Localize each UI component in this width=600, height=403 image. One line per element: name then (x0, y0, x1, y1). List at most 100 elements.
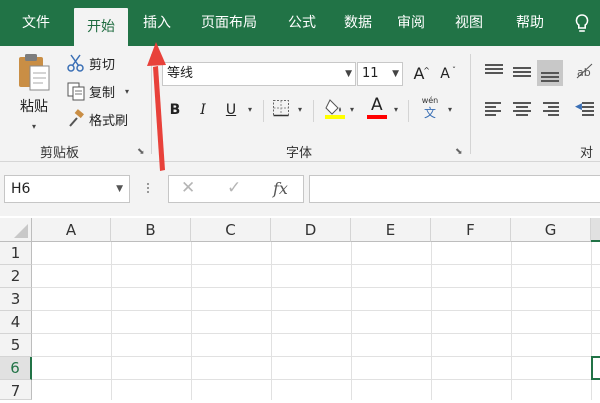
tab-formulas[interactable]: 公式 (274, 0, 330, 46)
grid-line (32, 333, 600, 334)
font-color-button[interactable]: A (366, 95, 388, 122)
format-painter-button[interactable]: 格式刷 (66, 108, 128, 130)
column-header-c[interactable]: C (191, 218, 271, 242)
shrink-font-button[interactable]: Aˇ (434, 63, 456, 85)
grid-line (191, 242, 192, 400)
underline-button[interactable]: U (220, 99, 242, 121)
column-header-a[interactable]: A (32, 218, 111, 242)
font-size-combo[interactable]: 11 ▼ (357, 62, 403, 86)
tab-insert[interactable]: 插入 (130, 0, 184, 46)
selected-cell[interactable] (591, 356, 600, 380)
align-bottom-icon[interactable] (537, 60, 563, 86)
chevron-down-icon[interactable]: ▾ (394, 105, 398, 114)
grid-line (431, 242, 432, 400)
chevron-down-icon[interactable]: ▾ (32, 122, 36, 131)
column-header-d[interactable]: D (271, 218, 351, 242)
cut-button[interactable]: 剪切 (66, 52, 115, 74)
column-header-h[interactable] (591, 218, 600, 242)
worksheet-grid[interactable] (0, 216, 600, 400)
ribbon-tab-bar: 文件 开始 插入 页面布局 公式 数据 审阅 视图 帮助 (0, 0, 600, 46)
chevron-down-icon[interactable]: ▾ (248, 105, 252, 114)
font-name-combo[interactable]: 等线 ▼ (162, 62, 356, 86)
decrease-indent-icon[interactable]: ◀ (574, 98, 596, 120)
tab-file[interactable]: 文件 (0, 0, 72, 46)
tab-home[interactable]: 开始 (74, 8, 128, 46)
chevron-down-icon[interactable]: ▼ (116, 176, 123, 202)
phonetic-char: 文 (423, 106, 436, 120)
clipboard-icon (19, 54, 50, 91)
grid-line (511, 242, 512, 400)
name-box[interactable]: H6 ▼ (4, 175, 130, 203)
chevron-down-icon[interactable]: ▾ (298, 105, 302, 114)
font-color-swatch (367, 115, 387, 119)
phonetic-guide-button[interactable]: wén 文 (418, 96, 442, 122)
svg-text:ab: ab (577, 66, 591, 79)
row-header-5[interactable]: 5 (0, 334, 32, 357)
column-header-e[interactable]: E (351, 218, 431, 242)
paste-label: 粘贴 (20, 99, 48, 115)
fill-color-button[interactable] (324, 96, 346, 122)
divider (313, 100, 314, 122)
scissors-icon (67, 54, 84, 72)
caret-up-icon: ^ (423, 66, 430, 75)
clipboard-group-label: 剪贴板 (40, 146, 80, 161)
tab-page-layout[interactable]: 页面布局 (188, 0, 270, 46)
tab-review[interactable]: 审阅 (386, 0, 436, 46)
row-header-3[interactable]: 3 (0, 288, 32, 311)
copy-label: 复制 (89, 85, 116, 101)
grow-font-button[interactable]: A ^ (408, 63, 430, 85)
row-header-6[interactable]: 6 (0, 357, 32, 380)
bold-button[interactable]: B (164, 99, 186, 121)
dialog-launcher-icon[interactable]: ⬊ (455, 147, 465, 157)
grid-line (271, 242, 272, 400)
grid-line (32, 310, 600, 311)
enter-icon[interactable]: ✓ (227, 178, 241, 198)
insert-function-icon[interactable]: fx (273, 179, 288, 198)
grid-line (32, 379, 600, 380)
brush-icon (69, 109, 84, 127)
column-header-g[interactable]: G (511, 218, 591, 242)
cancel-icon[interactable]: ✕ (181, 178, 195, 198)
grid-line (111, 242, 112, 400)
formula-buttons: ✕ ✓ fx (168, 175, 304, 203)
chevron-down-icon[interactable]: ▾ (125, 87, 129, 96)
paint-bucket-icon (325, 99, 345, 119)
align-left-icon[interactable] (483, 98, 505, 120)
row-header-4[interactable]: 4 (0, 311, 32, 334)
copy-button[interactable]: 复制 ▾ (66, 80, 129, 102)
row-header-1[interactable]: 1 (0, 242, 32, 265)
align-top-icon[interactable] (483, 60, 505, 82)
phonetic-pinyin: wén (421, 96, 439, 105)
group-divider (470, 54, 471, 154)
ribbon-home: 粘贴 ▾ 剪切 复制 ▾ 格式刷 剪贴板 ⬊ 等线 ▼ 11 ▼ A^ Aˇ (0, 46, 600, 180)
chevron-down-icon[interactable]: ▾ (350, 105, 354, 114)
align-right-icon[interactable] (539, 98, 561, 120)
row-header-2[interactable]: 2 (0, 265, 32, 288)
formula-input[interactable] (309, 175, 600, 203)
align-center-icon[interactable] (511, 98, 533, 120)
align-middle-icon[interactable] (511, 60, 533, 82)
caret-down-icon: ˇ (452, 66, 456, 75)
divider (408, 100, 409, 122)
row-header-7[interactable]: 7 (0, 380, 32, 400)
paste-button[interactable]: 粘贴 ▾ (10, 52, 58, 136)
tab-view[interactable]: 视图 (440, 0, 498, 46)
select-all-button[interactable] (0, 218, 32, 242)
italic-button[interactable]: I (192, 99, 214, 121)
column-header-b[interactable]: B (111, 218, 191, 242)
chevron-down-icon[interactable]: ▼ (392, 63, 399, 85)
orientation-icon[interactable]: ab (574, 60, 596, 82)
grid-line (32, 356, 600, 357)
chevron-down-icon[interactable]: ▼ (345, 63, 352, 85)
chevron-down-icon[interactable]: ▾ (448, 105, 452, 114)
grid-line (32, 264, 600, 265)
borders-button[interactable] (270, 99, 292, 121)
divider (263, 100, 264, 122)
tab-help[interactable]: 帮助 (502, 0, 558, 46)
font-color-icon: A (371, 95, 383, 115)
resize-grip-icon[interactable] (146, 181, 150, 197)
dialog-launcher-icon[interactable]: ⬊ (137, 147, 147, 157)
lightbulb-icon[interactable] (568, 0, 596, 46)
tab-data[interactable]: 数据 (330, 0, 386, 46)
column-header-f[interactable]: F (431, 218, 511, 242)
